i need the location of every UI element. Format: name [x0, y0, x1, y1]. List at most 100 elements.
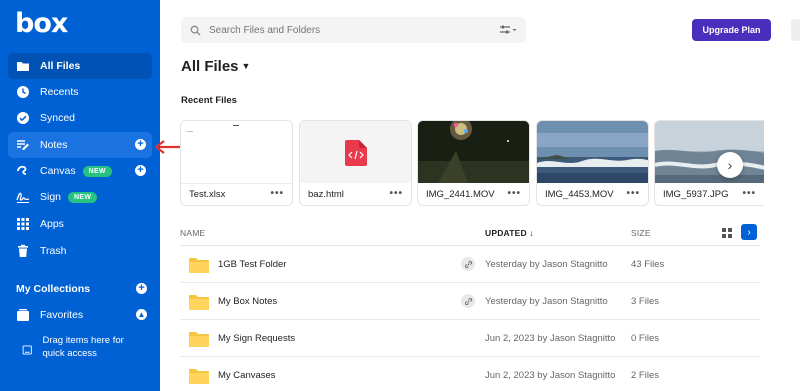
- sidebar-item-label: Sign: [40, 191, 62, 203]
- sidebar: box All Files Recents Synced Notes + Can…: [0, 0, 160, 391]
- folder-icon: [189, 369, 209, 384]
- row-size: 43 Files: [631, 259, 665, 270]
- page-title-text: All Files: [181, 58, 239, 75]
- file-name: baz.html: [308, 189, 344, 200]
- row-updated: Jun 2, 2023 by Jason Stagnitto: [485, 370, 616, 381]
- row-updated: Jun 2, 2023 by Jason Stagnitto: [485, 333, 616, 344]
- video-frame-image: [418, 121, 529, 183]
- drag-drop-zone[interactable]: Drag items here for quick access: [16, 334, 146, 368]
- chevron-up-icon[interactable]: ▲: [136, 309, 147, 320]
- sidebar-item-synced[interactable]: Synced: [8, 105, 152, 131]
- sidebar-item-label: Recents: [40, 86, 79, 98]
- row-updated: Yesterday by Jason Stagnitto: [485, 296, 608, 307]
- grid-icon: [16, 217, 30, 231]
- box-logo[interactable]: box: [15, 8, 68, 39]
- row-name[interactable]: My Sign Requests: [218, 333, 295, 344]
- beach-scene-image: [655, 121, 764, 183]
- more-options-icon[interactable]: •••: [626, 188, 640, 199]
- folder-icon: [189, 295, 209, 310]
- scroll-right-button[interactable]: ›: [717, 152, 743, 178]
- more-options-icon[interactable]: •••: [270, 188, 284, 199]
- column-header-name[interactable]: NAME: [180, 228, 205, 238]
- more-options-icon[interactable]: •••: [507, 188, 521, 199]
- image-thumbnail: [655, 121, 764, 183]
- spreadsheet-thumbnail: [181, 121, 292, 184]
- folder-icon: [16, 59, 30, 73]
- collection-icon: [16, 308, 30, 322]
- recent-file-card[interactable]: IMG_4453.MOV •••: [536, 120, 649, 206]
- sidebar-item-label: Canvas: [40, 165, 76, 177]
- sidebar-item-label: Synced: [40, 112, 76, 124]
- column-header-updated[interactable]: UPDATED ↓: [485, 228, 534, 238]
- file-name: IMG_4453.MOV: [545, 189, 614, 200]
- chevron-right-icon: ›: [727, 157, 733, 173]
- upgrade-plan-button[interactable]: Upgrade Plan: [692, 19, 771, 41]
- shared-link-icon[interactable]: [461, 257, 475, 271]
- sidebar-item-sign[interactable]: Sign NEW: [8, 184, 152, 210]
- row-updated: Yesterday by Jason Stagnitto: [485, 259, 608, 270]
- recent-files-heading: Recent Files: [181, 95, 237, 106]
- ocean-scene-image: [537, 121, 648, 183]
- new-badge: NEW: [68, 191, 98, 203]
- recent-file-card[interactable]: baz.html •••: [299, 120, 412, 206]
- shared-link-icon[interactable]: [461, 294, 475, 308]
- canvas-icon: [16, 164, 30, 178]
- row-size: 3 Files: [631, 296, 659, 307]
- drag-target-icon: [22, 345, 32, 355]
- folder-icon: [189, 332, 209, 347]
- more-options-icon[interactable]: •••: [742, 188, 756, 199]
- video-thumbnail: [418, 121, 529, 183]
- more-options-icon[interactable]: •••: [389, 188, 403, 199]
- search-input[interactable]: [209, 24, 489, 36]
- row-name[interactable]: My Canvases: [218, 370, 276, 381]
- add-note-icon[interactable]: +: [135, 139, 146, 150]
- row-name[interactable]: My Box Notes: [218, 296, 277, 307]
- my-collections-label[interactable]: My Collections: [16, 283, 90, 295]
- overflow-control[interactable]: [791, 19, 800, 41]
- sidebar-item-label: Favorites: [40, 309, 84, 321]
- filter-sliders-icon[interactable]: [499, 24, 517, 36]
- add-collection-icon[interactable]: +: [136, 283, 147, 294]
- column-header-size[interactable]: SIZE: [631, 228, 651, 238]
- sidebar-item-canvas[interactable]: Canvas NEW +: [8, 158, 152, 184]
- sidebar-item-apps[interactable]: Apps: [8, 211, 152, 237]
- sidebar-item-all-files[interactable]: All Files: [8, 53, 152, 79]
- sidebar-item-trash[interactable]: Trash: [8, 238, 152, 264]
- notes-icon: [16, 138, 30, 152]
- row-name[interactable]: 1GB Test Folder: [218, 259, 286, 270]
- sidebar-item-recents[interactable]: Recents: [8, 79, 152, 105]
- search-icon: [190, 25, 201, 36]
- details-panel-button[interactable]: ›: [741, 224, 757, 240]
- html-file-thumbnail: [300, 121, 411, 183]
- row-size: 0 Files: [631, 333, 659, 344]
- row-size: 2 Files: [631, 370, 659, 381]
- table-row[interactable]: My Box Notes Yesterday by Jason Stagnitt…: [180, 283, 760, 320]
- sidebar-item-favorites[interactable]: Favorites: [8, 302, 152, 328]
- search-bar[interactable]: [181, 17, 526, 43]
- sidebar-item-label: Notes: [40, 139, 68, 151]
- sidebar-item-label: Trash: [40, 245, 67, 257]
- file-name: IMG_5937.JPG: [663, 189, 729, 200]
- trash-icon: [16, 244, 30, 258]
- recent-file-card[interactable]: IMG_2441.MOV •••: [417, 120, 530, 206]
- clock-icon: [16, 85, 30, 99]
- table-row[interactable]: 1GB Test Folder Yesterday by Jason Stagn…: [180, 246, 760, 283]
- folder-icon: [189, 258, 209, 273]
- page-title[interactable]: All Files ▼: [181, 58, 250, 75]
- recent-file-card[interactable]: Test.xlsx •••: [180, 120, 293, 206]
- check-circle-icon: [16, 111, 30, 125]
- recent-file-card[interactable]: IMG_5937.JPG •••: [654, 120, 764, 206]
- new-badge: NEW: [82, 165, 112, 177]
- code-file-icon: [345, 140, 367, 166]
- sidebar-item-label: All Files: [40, 60, 81, 72]
- add-canvas-icon[interactable]: +: [135, 165, 146, 176]
- table-row[interactable]: My Sign Requests Jun 2, 2023 by Jason St…: [180, 320, 760, 357]
- sidebar-item-label: Apps: [40, 218, 64, 230]
- table-row[interactable]: My Canvases Jun 2, 2023 by Jason Stagnit…: [180, 357, 760, 391]
- file-name: Test.xlsx: [189, 189, 226, 200]
- sidebar-item-notes[interactable]: Notes +: [8, 132, 152, 158]
- drag-hint-text: Drag items here for quick access: [42, 335, 124, 359]
- signature-icon: [16, 190, 30, 204]
- chevron-right-icon: ›: [747, 226, 751, 238]
- grid-view-icon[interactable]: [722, 228, 732, 238]
